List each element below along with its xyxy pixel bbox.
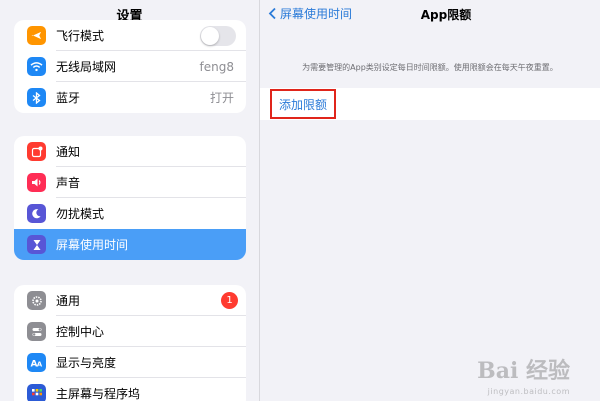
sidebar-item-display-brightness[interactable]: A A 显示与亮度 (14, 347, 246, 378)
speaker-icon (27, 173, 46, 192)
sidebar-item-bluetooth[interactable]: 蓝牙 打开 (14, 82, 246, 113)
sidebar-item-sounds[interactable]: 声音 (14, 167, 246, 198)
bluetooth-icon (27, 88, 46, 107)
home-grid-icon (27, 384, 46, 401)
sidebar-item-label: 通用 (56, 294, 81, 308)
sidebar-group-notifications: 通知 声音 勿扰模式 屏幕使用时间 (14, 136, 246, 260)
sidebar-group-general: 通用 1 控制中心 A A 显示与亮度 主屏幕与程序坞 (14, 285, 246, 401)
baidu-watermark: Bai 经验 jingyan.baidu.com (477, 353, 570, 396)
sidebar-item-label: 通知 (56, 145, 81, 159)
hourglass-icon (27, 235, 46, 254)
sidebar-item-label: 勿扰模式 (56, 207, 105, 221)
sidebar-item-wifi[interactable]: 无线局域网 feng8 (14, 51, 246, 82)
sidebar-item-control-center[interactable]: 控制中心 (14, 316, 246, 347)
update-badge: 1 (221, 292, 238, 309)
sidebar-item-general[interactable]: 通用 1 (14, 285, 246, 316)
sidebar-item-label: 屏幕使用时间 (56, 238, 129, 252)
sidebar-item-label: 控制中心 (56, 325, 105, 339)
moon-icon (27, 204, 46, 223)
back-button[interactable]: 屏幕使用时间 (268, 5, 352, 22)
wifi-network-value: feng8 (199, 59, 234, 74)
sidebar-item-label: 显示与亮度 (56, 356, 117, 370)
notification-icon (27, 142, 46, 161)
watermark-logo: Bai 经验 (477, 358, 570, 384)
sidebar-item-label: 主屏幕与程序坞 (56, 387, 141, 401)
sidebar-item-label: 无线局域网 (56, 60, 117, 74)
sidebar-item-screen-time[interactable]: 屏幕使用时间 (14, 229, 246, 260)
watermark-url: jingyan.baidu.com (487, 387, 570, 396)
switches-icon (27, 322, 46, 341)
add-limit-button[interactable]: 添加限额 (270, 89, 336, 119)
chevron-left-icon (268, 7, 276, 20)
gear-icon (27, 291, 46, 310)
sidebar-item-label: 声音 (56, 176, 81, 190)
sidebar-item-label: 飞行模式 (56, 29, 105, 43)
sidebar-group-connectivity: 飞行模式 无线局域网 feng8 蓝牙 打开 (14, 20, 246, 113)
bluetooth-status-value: 打开 (209, 91, 234, 105)
settings-sidebar: 设置 飞行模式 无线局域网 feng8 蓝牙 打开 通知 声音 勿扰模式 屏幕使… (0, 0, 260, 401)
airplane-icon (27, 26, 46, 45)
sidebar-item-do-not-disturb[interactable]: 勿扰模式 (14, 198, 246, 229)
sidebar-item-airplane-mode[interactable]: 飞行模式 (14, 20, 246, 51)
app-limits-pane: 屏幕使用时间 App限额 为需要管理的App类别设定每日时间限额。使用限额会在每… (260, 0, 600, 401)
add-limit-row: 添加限额 (260, 88, 600, 120)
page-title: App限额 (420, 8, 472, 22)
app-limits-description: 为需要管理的App类别设定每日时间限额。使用限额会在每天午夜重置。 (302, 63, 558, 72)
back-button-label: 屏幕使用时间 (280, 7, 353, 21)
wifi-icon (27, 57, 46, 76)
airplane-mode-toggle[interactable] (200, 25, 236, 46)
svg-text:A: A (37, 361, 43, 369)
sidebar-item-notifications[interactable]: 通知 (14, 136, 246, 167)
sidebar-item-home-screen-dock[interactable]: 主屏幕与程序坞 (14, 378, 246, 401)
text-size-icon: A A (27, 353, 46, 372)
sidebar-item-label: 蓝牙 (56, 91, 81, 105)
